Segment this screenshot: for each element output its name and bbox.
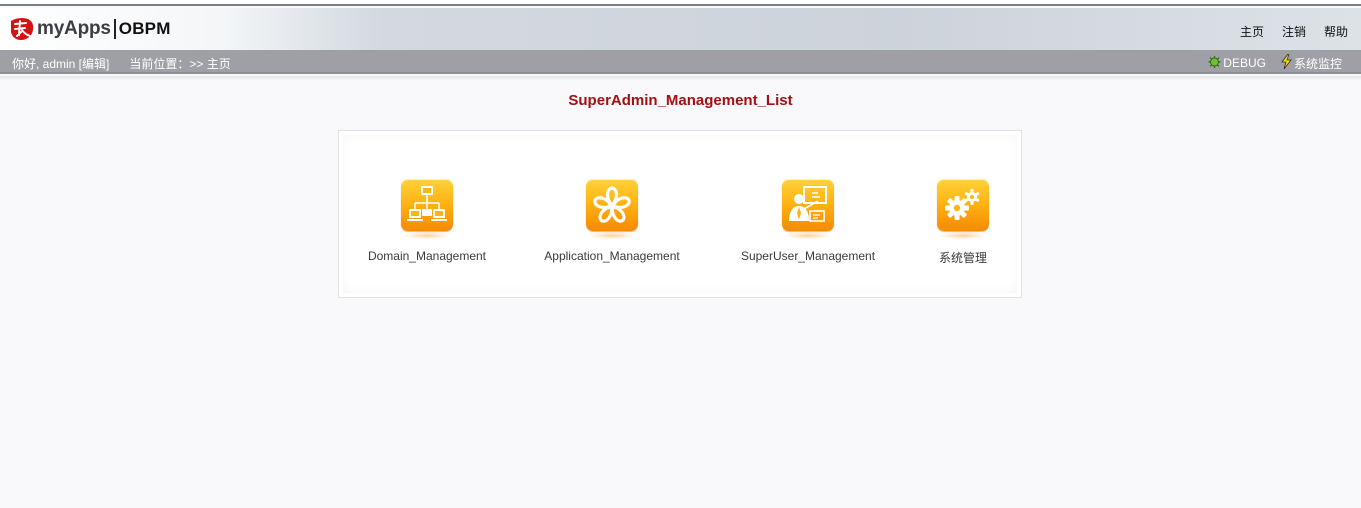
debug-label: DEBUG <box>1223 56 1266 70</box>
tile-label: Application_Management <box>544 249 680 263</box>
tile-application-management[interactable]: Application_Management <box>537 179 687 263</box>
product-name: OBPM <box>118 19 171 38</box>
gears-icon <box>935 179 991 239</box>
bar-tools: DEBUG 系统监控 <box>1193 53 1342 72</box>
brand-separator <box>113 19 116 39</box>
user-greeting[interactable]: 你好, admin [编辑] <box>12 55 109 72</box>
top-border <box>0 0 1361 6</box>
tile-superuser-management[interactable]: SuperUser_Management <box>733 179 883 263</box>
monitor-label: 系统监控 <box>1293 56 1342 71</box>
tile-label: Domain_Management <box>367 249 487 263</box>
bar-shadow <box>0 76 1361 80</box>
monitor-button[interactable]: 系统监控 <box>1280 53 1342 72</box>
debug-button[interactable]: DEBUG <box>1207 55 1266 72</box>
lightning-icon <box>1280 53 1294 72</box>
nav-logout[interactable]: 注销 <box>1282 23 1306 40</box>
bug-icon <box>1207 55 1223 72</box>
top-nav: 主页 注销 帮助 <box>1222 23 1348 40</box>
breadcrumb: 当前位置：>> 主页 <box>129 57 231 71</box>
status-bar: 你好, admin [编辑] 当前位置：>> 主页 DEBUG 系统监控 <box>0 50 1361 74</box>
user-info: 你好, admin [编辑] 当前位置：>> 主页 <box>12 55 231 72</box>
app-header: myApps OBPM 主页 注销 帮助 <box>0 8 1361 50</box>
tile-label: SuperUser_Management <box>740 249 876 263</box>
tile-domain-management[interactable]: Domain_Management <box>361 179 493 263</box>
flower-icon <box>584 179 640 239</box>
network-icon <box>399 179 455 239</box>
tile-system-management[interactable]: 系统管理 <box>923 179 1003 266</box>
logo-mark-icon <box>8 15 36 43</box>
nav-help[interactable]: 帮助 <box>1324 23 1348 40</box>
presenter-icon <box>780 179 836 239</box>
management-panel: Domain_Management Application_Management <box>338 130 1022 298</box>
nav-home[interactable]: 主页 <box>1240 23 1264 40</box>
tile-label: 系统管理 <box>938 251 987 265</box>
brand-name: myApps <box>37 18 111 39</box>
logo: myApps OBPM <box>8 14 171 44</box>
page-title: SuperAdmin_Management_List <box>568 92 793 109</box>
